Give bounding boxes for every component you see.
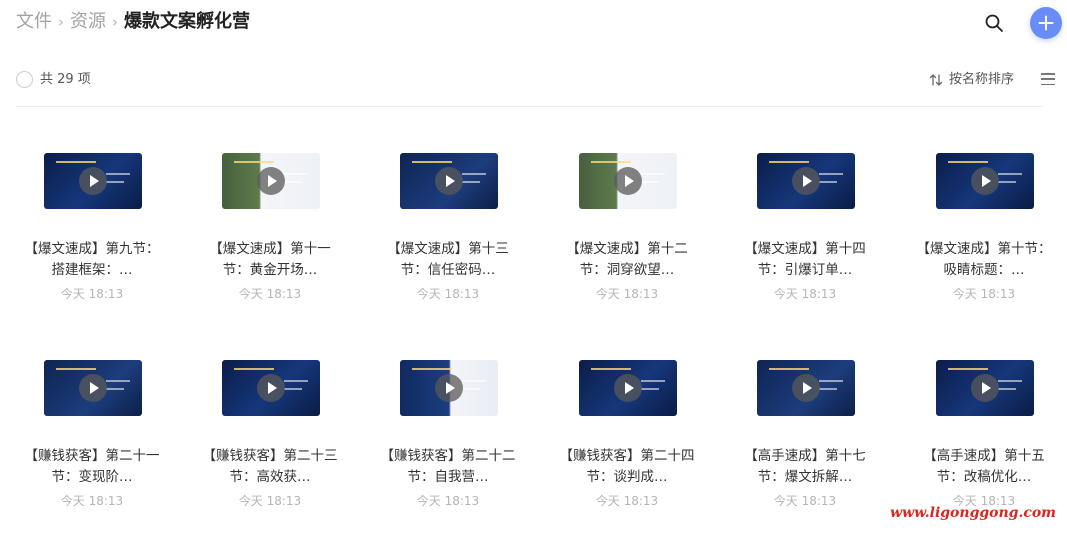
file-title[interactable]: 【爆文速成】第十一节：黄金开场… (200, 239, 340, 281)
play-icon[interactable] (971, 167, 999, 195)
file-title[interactable]: 【爆文速成】第十四节：引爆订单… (735, 239, 875, 281)
play-icon[interactable] (257, 167, 285, 195)
file-timestamp: 今天 18:13 (60, 494, 124, 508)
file-timestamp: 今天 18:13 (773, 287, 837, 301)
file-title[interactable]: 【赚钱获客】第二十四节：谈判成… (557, 446, 697, 488)
video-thumbnail[interactable] (936, 360, 1034, 416)
play-icon[interactable] (79, 167, 107, 195)
file-timestamp: 今天 18:13 (416, 494, 480, 508)
video-thumbnail[interactable] (44, 153, 142, 209)
file-title[interactable]: 【赚钱获客】第二十一节：变现阶… (22, 446, 162, 488)
file-timestamp: 今天 18:13 (238, 287, 302, 301)
file-timestamp: 今天 18:13 (595, 494, 659, 508)
file-grid: 【爆文速成】第九节：搭建框架：… 今天 18:13 【爆文速成】第十一节：黄金开场…… (0, 0, 1067, 534)
file-title[interactable]: 【爆文速成】第九节：搭建框架：… (22, 239, 162, 281)
play-icon[interactable] (435, 167, 463, 195)
file-timestamp: 今天 18:13 (60, 287, 124, 301)
play-icon[interactable] (614, 167, 642, 195)
file-timestamp: 今天 18:13 (416, 287, 480, 301)
video-thumbnail[interactable] (757, 153, 855, 209)
file-timestamp: 今天 18:13 (773, 494, 837, 508)
play-icon[interactable] (614, 374, 642, 402)
file-timestamp: 今天 18:13 (595, 287, 659, 301)
video-thumbnail[interactable] (400, 360, 498, 416)
play-icon[interactable] (792, 374, 820, 402)
play-icon[interactable] (792, 167, 820, 195)
file-title[interactable]: 【爆文速成】第十三节：信任密码… (378, 239, 518, 281)
file-title[interactable]: 【爆文速成】第十二节：洞穿欲望… (557, 239, 697, 281)
file-title[interactable]: 【高手速成】第十七节：爆文拆解… (735, 446, 875, 488)
file-title[interactable]: 【赚钱获客】第二十二节：自我营… (378, 446, 518, 488)
video-thumbnail[interactable] (936, 153, 1034, 209)
watermark: www.ligonggong.com (890, 505, 1056, 521)
video-thumbnail[interactable] (579, 153, 677, 209)
play-icon[interactable] (257, 374, 285, 402)
video-thumbnail[interactable] (222, 153, 320, 209)
play-icon[interactable] (435, 374, 463, 402)
video-thumbnail[interactable] (44, 360, 142, 416)
file-title[interactable]: 【高手速成】第十五节：改稿优化… (914, 446, 1054, 488)
file-timestamp: 今天 18:13 (952, 287, 1016, 301)
file-timestamp: 今天 18:13 (238, 494, 302, 508)
video-thumbnail[interactable] (222, 360, 320, 416)
file-title[interactable]: 【赚钱获客】第二十三节：高效获… (200, 446, 340, 488)
video-thumbnail[interactable] (757, 360, 855, 416)
file-title[interactable]: 【爆文速成】第十节：吸睛标题：… (914, 239, 1054, 281)
play-icon[interactable] (971, 374, 999, 402)
video-thumbnail[interactable] (400, 153, 498, 209)
play-icon[interactable] (79, 374, 107, 402)
video-thumbnail[interactable] (579, 360, 677, 416)
